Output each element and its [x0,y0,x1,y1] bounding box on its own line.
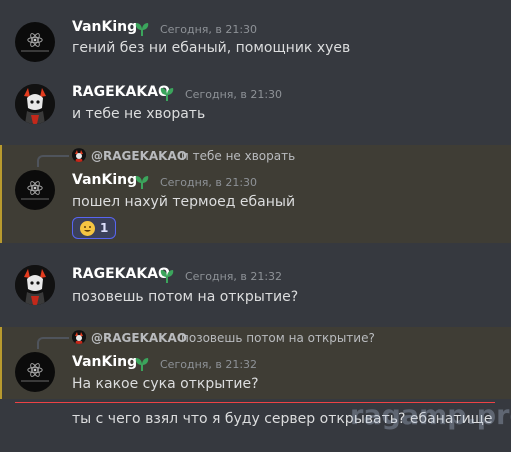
author-name[interactable]: RAGEKAKAO [72,84,170,100]
avatar-caption [21,50,49,52]
message-timestamp: Сегодня, в 21:32 [185,270,283,283]
message-4: RAGEKAKAO Сегодня, в 21:32 позовешь пото… [0,259,511,323]
reaction-count: 1 [100,221,109,235]
avatar-vanking[interactable] [15,352,55,392]
author-name[interactable]: VanKing [72,354,137,370]
watermark: ragamp.pro [350,400,511,431]
reply-author[interactable]: @RAGEKAKAO [91,331,187,345]
message-1: VanKing Сегодня, в 21:30 гений без ни еб… [0,0,511,78]
avatar-ragekakao[interactable] [15,265,55,305]
message-text: На какое сука открытие? [72,376,259,392]
reply-text[interactable]: и тебе не хворать [181,149,295,163]
sprout-badge-icon [135,23,149,36]
avatar-caption [21,380,49,382]
demon-mascot-icon [15,265,55,305]
message-2: RAGEKAKAO Сегодня, в 21:30 и тебе не хво… [0,78,511,140]
atom-logo-icon [27,181,43,195]
sprout-badge-icon [160,88,174,101]
message-timestamp: Сегодня, в 21:30 [160,176,258,189]
avatar-caption [21,198,49,200]
reply-author[interactable]: @RAGEKAKAO [91,149,187,163]
message-text: позовешь потом на открытие? [72,289,299,305]
message-text: пошел нахуй термоед ебаный [72,194,296,210]
atom-logo-icon [27,363,43,377]
message-text: гений без ни ебаный, помощник хуев [72,40,351,56]
reply-avatar [72,148,86,162]
demon-mascot-icon [15,84,55,124]
reply-connector [37,155,69,167]
message-timestamp: Сегодня, в 21:30 [160,23,258,36]
grinning-face-emoji-icon [80,220,95,236]
sprout-badge-icon [135,176,149,189]
demon-mascot-icon [72,149,86,162]
avatar-ragekakao[interactable] [15,84,55,124]
author-name[interactable]: VanKing [72,172,137,188]
sprout-badge-icon [135,358,149,371]
reply-connector [37,337,69,349]
message-text: и тебе не хворать [72,106,206,122]
message-timestamp: Сегодня, в 21:30 [185,88,283,101]
atom-logo-icon [27,33,43,47]
message-timestamp: Сегодня, в 21:32 [160,358,258,371]
author-name[interactable]: RAGEKAKAO [72,266,170,282]
author-name[interactable]: VanKing [72,19,137,35]
reply-avatar [72,330,86,344]
reply-text[interactable]: позовешь потом на открытие? [181,331,375,345]
message-3-highlighted: @RAGEKAKAO и тебе не хворать VanKing Сег… [0,145,511,243]
avatar-vanking[interactable] [15,170,55,210]
message-5-highlighted: @RAGEKAKAO позовешь потом на открытие? V… [0,327,511,399]
demon-mascot-icon [72,331,86,344]
sprout-badge-icon [160,270,174,283]
avatar-vanking[interactable] [15,22,55,62]
reaction-button[interactable]: 1 [72,217,117,239]
